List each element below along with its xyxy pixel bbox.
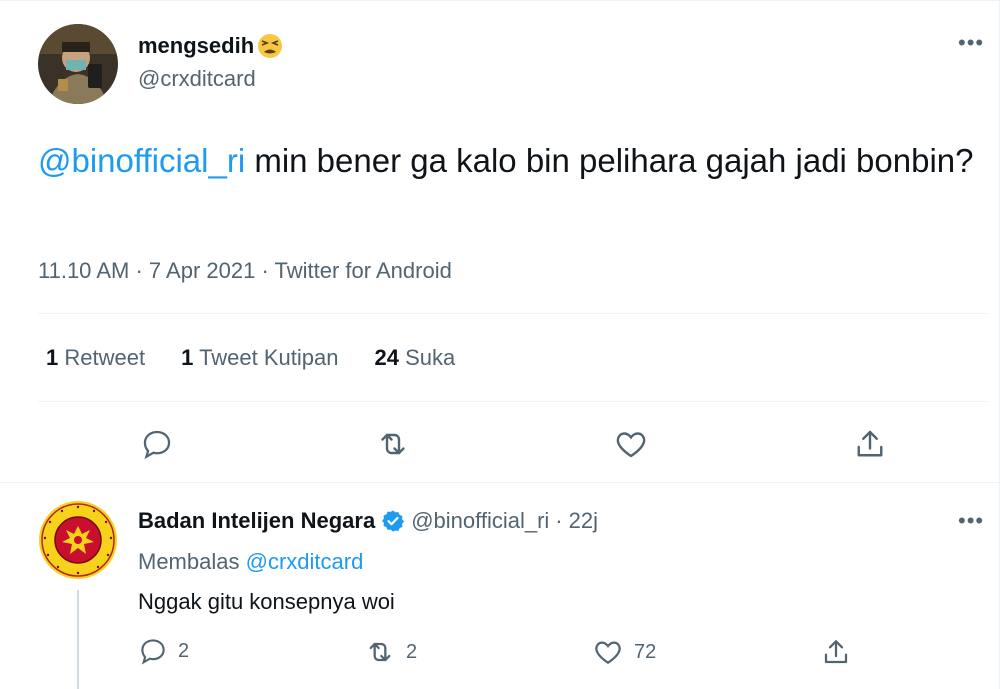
tired-face-emoji-icon (256, 32, 284, 60)
tweet-date[interactable]: 7 Apr 2021 (149, 258, 255, 283)
reply-time[interactable]: 22j (569, 508, 598, 534)
reply-header: Badan Intelijen Negara @binofficial_ri ·… (138, 508, 598, 534)
reply-like-count: 72 (634, 640, 657, 663)
bin-logo-icon (39, 501, 117, 579)
reply-icon (143, 430, 171, 460)
likes-stat[interactable]: 24 Suka (375, 345, 456, 371)
retweets-count: 1 (46, 345, 59, 370)
reply-share-button[interactable] (820, 636, 852, 668)
retweet-icon (369, 642, 391, 662)
author-handle[interactable]: @crxditcard (138, 66, 256, 92)
reply-icon (141, 639, 165, 665)
likes-label: Suka (405, 345, 456, 370)
top-border (0, 0, 1000, 1)
tweet-meta: 11.10 AM · 7 Apr 2021 · Twitter for Andr… (38, 258, 452, 284)
author-avatar[interactable] (38, 24, 118, 104)
divider (38, 401, 988, 402)
quotes-stat[interactable]: 1 Tweet Kutipan (181, 345, 338, 371)
reply-like-button[interactable]: 72 (592, 636, 656, 668)
like-button[interactable] (611, 424, 651, 464)
retweets-stat[interactable]: 1 Retweet (46, 345, 145, 371)
share-button[interactable] (850, 424, 890, 464)
quotes-label: Tweet Kutipan (199, 345, 339, 370)
reply-retweet-count: 2 (406, 640, 418, 663)
more-options-button[interactable]: ••• (958, 30, 984, 56)
reply-reply-count: 2 (178, 639, 190, 662)
author-name[interactable]: mengsedih (138, 32, 284, 60)
reply-dot: · (555, 508, 563, 533)
reply-author-avatar[interactable] (38, 500, 118, 580)
reply-more-options-button[interactable]: ••• (958, 508, 984, 534)
tweet-text: @binofficial_ri min bener ga kalo bin pe… (38, 138, 988, 184)
reply-button[interactable] (137, 424, 177, 464)
like-icon (595, 641, 621, 664)
share-icon (857, 430, 883, 457)
author-name-text: mengsedih (138, 33, 255, 58)
mention-link[interactable]: @binofficial_ri (38, 142, 245, 179)
thread-line (77, 590, 79, 689)
retweet-button[interactable] (373, 424, 413, 464)
reply-retweet-button[interactable]: 2 (364, 636, 417, 668)
reply-reply-button[interactable]: 2 (138, 636, 189, 666)
meta-dot: · (261, 258, 269, 283)
replying-to: Membalas @crxditcard (138, 549, 363, 575)
likes-count: 24 (374, 345, 399, 370)
reply-author-handle[interactable]: @binofficial_ri (411, 508, 549, 534)
tweet-source[interactable]: Twitter for Android (275, 258, 452, 283)
retweet-icon (381, 433, 405, 455)
meta-dot: · (135, 258, 143, 283)
tweet-body: min bener ga kalo bin pelihara gajah jad… (245, 142, 974, 179)
retweets-label: Retweet (64, 345, 146, 370)
share-icon (824, 640, 848, 664)
verified-badge-icon (382, 510, 405, 532)
replying-prefix: Membalas (138, 549, 240, 574)
divider (38, 313, 988, 314)
tweet-time[interactable]: 11.10 AM (38, 258, 129, 283)
quotes-count: 1 (181, 345, 194, 370)
reply-author-name[interactable]: Badan Intelijen Negara (138, 508, 375, 534)
replying-to-link[interactable]: @crxditcard (246, 549, 364, 574)
tweet-stats: 1 Retweet 1 Tweet Kutipan 24 Suka (46, 345, 455, 371)
like-icon (616, 432, 646, 458)
tweet-separator (0, 482, 1000, 483)
reply-text: Nggak gitu konsepnya woi (138, 589, 395, 614)
